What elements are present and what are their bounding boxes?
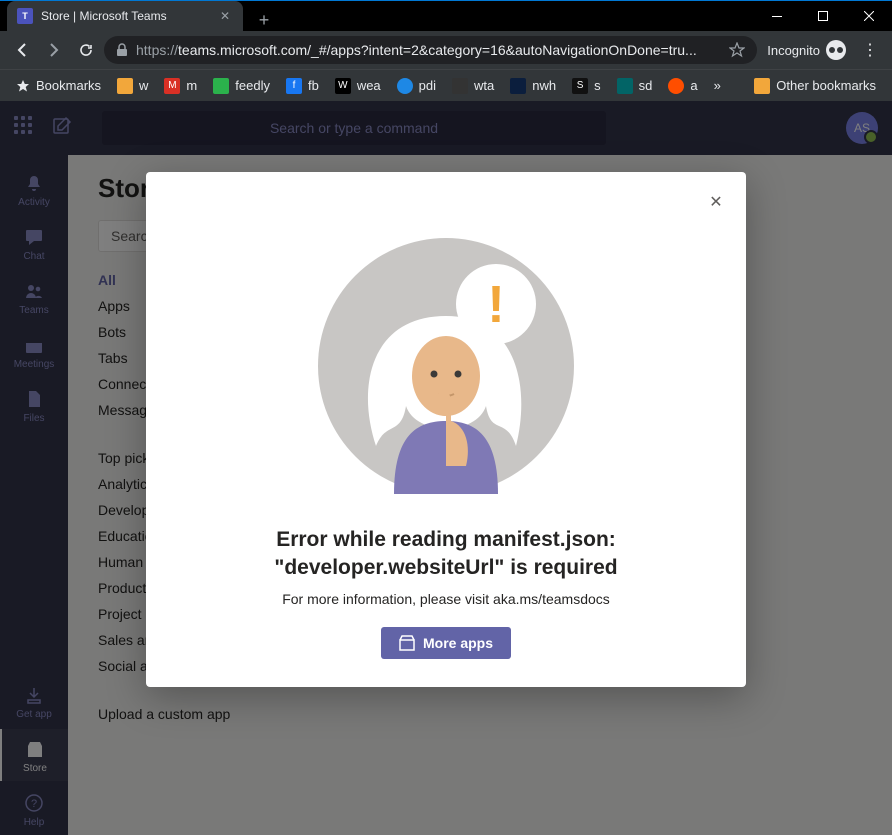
error-modal: ✕ ! Error while reading manifest.json: "… bbox=[146, 172, 746, 687]
maximize-button[interactable] bbox=[800, 1, 846, 32]
bookmark-favicon: S bbox=[572, 78, 588, 94]
reload-button[interactable] bbox=[72, 36, 100, 64]
bookmark-favicon bbox=[452, 78, 468, 94]
bookmark-favicon: W bbox=[335, 78, 351, 94]
other-bookmarks[interactable]: Other bookmarks bbox=[748, 74, 882, 98]
bookmark-item[interactable]: Mm bbox=[158, 74, 203, 98]
bookmark-item[interactable]: Wwea bbox=[329, 74, 387, 98]
star-icon bbox=[16, 79, 30, 93]
bookmark-favicon: f bbox=[286, 78, 302, 94]
store-icon bbox=[399, 635, 415, 651]
bookmark-item[interactable]: w bbox=[111, 74, 154, 98]
teams-favicon: T bbox=[17, 8, 33, 24]
modal-subtitle: For more information, please visit aka.m… bbox=[186, 591, 706, 607]
bookmark-item[interactable]: pdi bbox=[391, 74, 442, 98]
bookmark-item[interactable]: a bbox=[662, 74, 703, 98]
incognito-indicator: Incognito bbox=[761, 40, 852, 60]
bookmarks-menu[interactable]: Bookmarks bbox=[10, 74, 107, 97]
url-text: https://teams.microsoft.com/_#/apps?inte… bbox=[136, 42, 721, 58]
bookmark-item[interactable]: Ss bbox=[566, 74, 607, 98]
browser-toolbar: https://teams.microsoft.com/_#/apps?inte… bbox=[0, 31, 892, 69]
bookmark-favicon: M bbox=[164, 78, 180, 94]
bookmarks-bar: Bookmarks w Mm feedly ffb Wwea pdi wta n… bbox=[0, 69, 892, 101]
incognito-label: Incognito bbox=[767, 43, 820, 58]
svg-text:!: ! bbox=[487, 276, 504, 334]
back-button[interactable] bbox=[8, 36, 36, 64]
bookmark-item[interactable]: ffb bbox=[280, 74, 325, 98]
bookmark-item[interactable]: sd bbox=[611, 74, 659, 98]
bookmarks-overflow[interactable]: » bbox=[708, 74, 727, 97]
bookmark-favicon bbox=[510, 78, 526, 94]
new-tab-button[interactable]: + bbox=[250, 6, 278, 34]
modal-close-button[interactable]: ✕ bbox=[704, 190, 728, 214]
minimize-button[interactable] bbox=[754, 1, 800, 32]
close-window-button[interactable] bbox=[846, 1, 892, 32]
modal-title: Error while reading manifest.json: "deve… bbox=[186, 526, 706, 583]
window-titlebar: T Store | Microsoft Teams ✕ + bbox=[0, 0, 892, 31]
bookmark-favicon bbox=[617, 78, 633, 94]
bookmark-favicon bbox=[117, 78, 133, 94]
browser-menu-button[interactable]: ⋮ bbox=[856, 36, 884, 64]
forward-button[interactable] bbox=[40, 36, 68, 64]
lock-icon bbox=[116, 43, 128, 57]
bookmark-favicon bbox=[213, 78, 229, 94]
bookmark-favicon bbox=[668, 78, 684, 94]
more-apps-button[interactable]: More apps bbox=[381, 627, 511, 659]
browser-tab[interactable]: T Store | Microsoft Teams ✕ bbox=[7, 1, 243, 31]
bookmark-favicon bbox=[397, 78, 413, 94]
bookmark-item[interactable]: feedly bbox=[207, 74, 276, 98]
tab-close-icon[interactable]: ✕ bbox=[217, 8, 233, 24]
folder-icon bbox=[754, 78, 770, 94]
error-illustration: ! bbox=[316, 236, 576, 496]
incognito-icon bbox=[826, 40, 846, 60]
bookmark-item[interactable]: nwh bbox=[504, 74, 562, 98]
window-controls bbox=[754, 1, 892, 32]
address-bar[interactable]: https://teams.microsoft.com/_#/apps?inte… bbox=[104, 36, 757, 64]
bookmark-item[interactable]: wta bbox=[446, 74, 500, 98]
tab-title: Store | Microsoft Teams bbox=[41, 9, 209, 23]
star-icon[interactable] bbox=[729, 42, 745, 58]
